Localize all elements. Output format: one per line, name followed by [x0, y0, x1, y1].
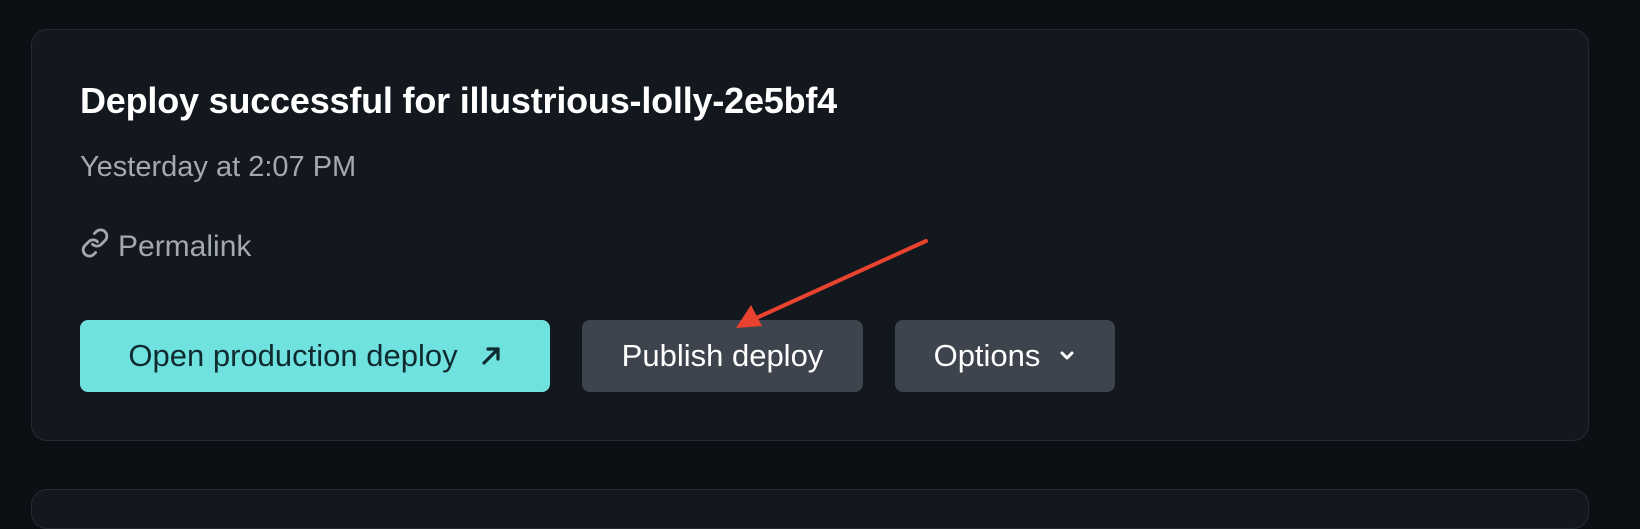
- publish-deploy-label: Publish deploy: [621, 338, 824, 373]
- deploy-title: Deploy successful for illustrious-lolly-…: [80, 80, 837, 121]
- options-button[interactable]: Options: [895, 320, 1115, 392]
- open-production-deploy-label: Open production deploy: [128, 338, 458, 373]
- permalink-link[interactable]: Permalink: [80, 228, 251, 266]
- options-label: Options: [933, 338, 1041, 373]
- chevron-down-icon: [1058, 350, 1076, 362]
- deploy-timestamp: Yesterday at 2:07 PM: [80, 151, 357, 183]
- next-card: [31, 489, 1589, 529]
- publish-deploy-button[interactable]: Publish deploy: [582, 320, 863, 392]
- permalink-label: Permalink: [118, 230, 252, 263]
- arrow-up-right-icon: [480, 345, 502, 367]
- link-icon: [80, 228, 110, 266]
- open-production-deploy-button[interactable]: Open production deploy: [80, 320, 550, 392]
